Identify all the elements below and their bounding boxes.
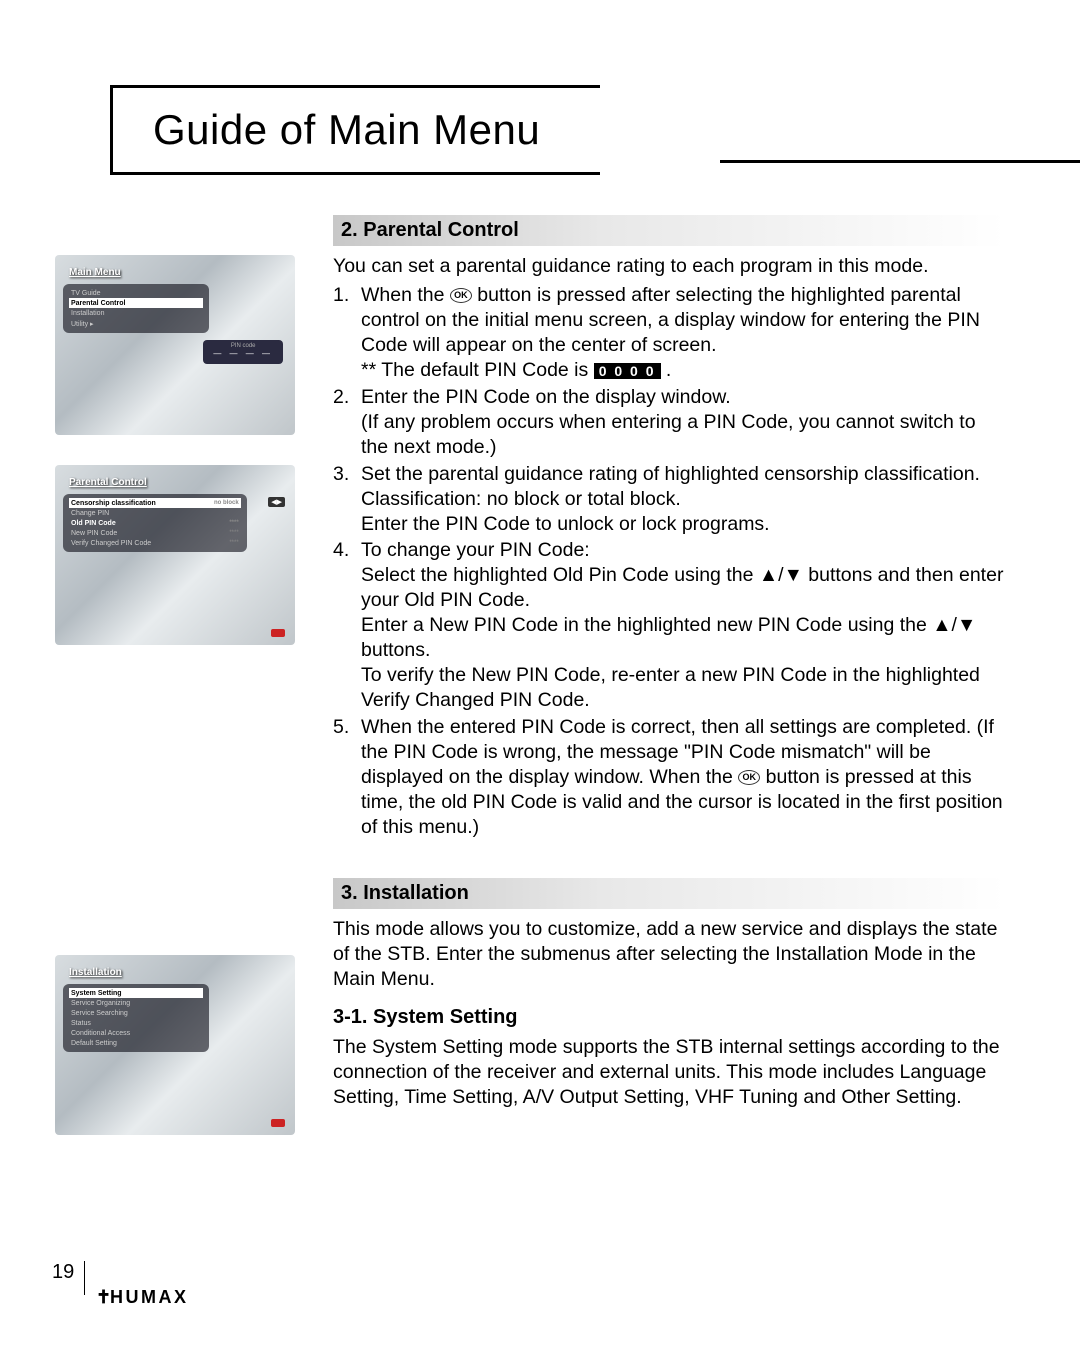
- step-item: 4. To change your PIN Code:Select the hig…: [333, 538, 1005, 713]
- step-item: 1. When the OK button is pressed after se…: [333, 283, 1005, 383]
- screenshot-menu-item: Old PIN Code****: [69, 518, 241, 528]
- screenshot-main-menu: Main Menu TV GuideParental ControlInstal…: [55, 255, 295, 435]
- page-title: Guide of Main Menu: [153, 106, 540, 154]
- sub-body: The System Setting mode supports the STB…: [333, 1035, 1005, 1110]
- step-number: 4.: [333, 538, 349, 563]
- content-columns: Main Menu TV GuideParental ControlInstal…: [35, 215, 1045, 1165]
- step-body: Set the parental guidance rating of high…: [361, 463, 980, 535]
- brand-cross-icon: ✝: [96, 1287, 110, 1308]
- parental-step-list: 1. When the OK button is pressed after se…: [333, 283, 1005, 840]
- ok-button-icon: OK: [738, 770, 760, 785]
- step-item: 2. Enter the PIN Code on the display wind…: [333, 385, 1005, 460]
- brand-text: HUMAX: [110, 1287, 189, 1307]
- ok-button-icon: OK: [450, 288, 472, 303]
- step-item: 5. When the entered PIN Code is correct, …: [333, 715, 1005, 840]
- red-button-icon: [271, 1119, 285, 1127]
- step-number: 1.: [333, 283, 349, 308]
- screenshot-menu-item: TV Guide: [69, 288, 203, 298]
- section-intro: You can set a parental guidance rating t…: [333, 254, 1005, 279]
- step-body: When the OK button is pressed after sele…: [361, 284, 980, 381]
- screenshot-menu-item: Conditional Access: [69, 1028, 203, 1038]
- screenshot-menu: TV GuideParental ControlInstallationUtil…: [63, 284, 209, 333]
- screenshot-menu-item: Service Organizing: [69, 998, 203, 1008]
- step-body: When the entered PIN Code is correct, th…: [361, 716, 1003, 838]
- screenshot-menu: System SettingService OrganizingService …: [63, 984, 209, 1052]
- screenshot-installation: Installation System SettingService Organ…: [55, 955, 295, 1135]
- screenshot-menu-item: Censorship classificationno block: [69, 498, 241, 508]
- screenshot-title: Parental Control: [63, 473, 287, 492]
- screenshot-parental-control: Parental Control Censorship classificati…: [55, 465, 295, 645]
- screenshot-menu-item: Installation: [69, 308, 203, 318]
- sub-heading-system-setting: 3-1. System Setting: [333, 1006, 1005, 1029]
- section-heading-parental: 2. Parental Control: [333, 215, 1005, 246]
- page-number: 19: [52, 1261, 85, 1295]
- step-body: To change your PIN Code:Select the highl…: [361, 539, 1003, 711]
- screenshot-menu-item: Change PIN: [69, 508, 241, 518]
- text-column: 2. Parental Control You can set a parent…: [333, 215, 1045, 1165]
- screenshot-menu: Censorship classificationno blockChange …: [63, 494, 247, 552]
- screenshot-menu-item: Parental Control: [69, 298, 203, 308]
- brand-logo: ✝HUMAX: [96, 1287, 189, 1308]
- screenshot-title: Main Menu: [63, 263, 287, 282]
- screenshot-title: Installation: [63, 963, 287, 982]
- default-pin-box: 0 0 0 0: [594, 363, 661, 379]
- red-button-icon: [271, 629, 285, 637]
- arrow-icon: ◀▶: [268, 497, 285, 507]
- page-footer: 19 ✝HUMAX: [52, 1261, 189, 1308]
- step-number: 5.: [333, 715, 349, 740]
- step-number: 2.: [333, 385, 349, 410]
- screenshot-menu-item: Utility ▸: [69, 318, 203, 329]
- page-title-box: Guide of Main Menu: [110, 85, 600, 175]
- step-item: 3. Set the parental guidance rating of hi…: [333, 462, 1005, 537]
- screenshot-menu-item: Service Searching: [69, 1008, 203, 1018]
- step-number: 3.: [333, 462, 349, 487]
- section-intro: This mode allows you to customize, add a…: [333, 917, 1005, 992]
- title-rule: [720, 160, 1080, 163]
- screenshot-menu-item: New PIN Code****: [69, 528, 241, 538]
- screenshot-column: Main Menu TV GuideParental ControlInstal…: [35, 215, 305, 1165]
- screenshot-menu-item: Default Setting: [69, 1038, 203, 1048]
- screenshot-menu-item: Verify Changed PIN Code****: [69, 538, 241, 548]
- screenshot-menu-item: Status: [69, 1018, 203, 1028]
- screenshot-pin-box: PIN code — — — —: [203, 340, 283, 364]
- section-heading-installation: 3. Installation: [333, 878, 1005, 909]
- screenshot-menu-item: System Setting: [69, 988, 203, 998]
- step-body: Enter the PIN Code on the display window…: [361, 386, 976, 458]
